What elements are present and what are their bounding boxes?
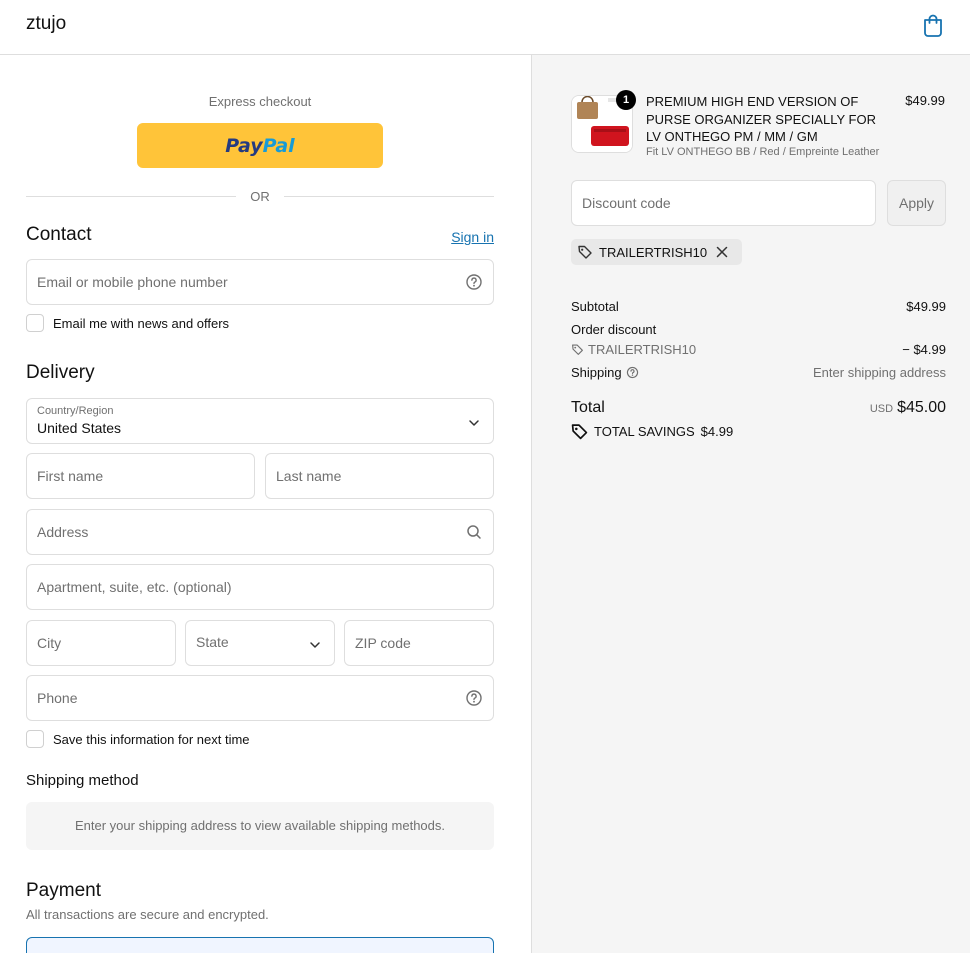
- payment-subtitle: All transactions are secure and encrypte…: [26, 907, 269, 922]
- address-field[interactable]: Address: [26, 509, 494, 555]
- applied-discount-code: TRAILERTRISH10: [599, 244, 708, 260]
- discount-code-text: TRAILERTRISH10: [588, 342, 697, 357]
- total-currency: USD: [869, 403, 894, 415]
- country-label: Country/Region: [37, 405, 114, 417]
- search-icon: [467, 525, 481, 539]
- brand-logo[interactable]: ztujo: [26, 13, 66, 35]
- subtotal-value: $49.99: [906, 299, 946, 314]
- product-price: $49.99: [905, 93, 945, 108]
- sign-in-link[interactable]: Sign in: [451, 229, 494, 245]
- order-discount-label: Order discount: [571, 322, 657, 337]
- savings-tag-icon: [571, 424, 588, 440]
- news-checkbox-row[interactable]: Email me with news and offers: [26, 314, 229, 332]
- zip-placeholder: ZIP code: [355, 635, 411, 651]
- or-text: OR: [250, 188, 270, 204]
- apply-discount-button[interactable]: Apply: [887, 180, 946, 226]
- payment-title: Payment: [26, 880, 101, 901]
- shipping-method-title: Shipping method: [26, 772, 139, 789]
- save-info-checkbox-row[interactable]: Save this information for next time: [26, 730, 250, 748]
- shipping-label-group: Shipping: [571, 365, 639, 380]
- phone-field[interactable]: Phone: [26, 675, 494, 721]
- product-title: PREMIUM HIGH END VERSION OF PURSE ORGANI…: [646, 94, 876, 144]
- total-savings-row: TOTAL SAVINGS $4.99: [571, 423, 733, 440]
- express-checkout-label: Express checkout: [208, 94, 312, 109]
- subtotal-row: Subtotal $49.99: [571, 299, 946, 314]
- paypal-logo-part1: Pay: [225, 134, 263, 157]
- last-name-placeholder: Last name: [276, 468, 342, 484]
- tag-icon: [572, 344, 583, 355]
- total-row: Total USD $45.00: [571, 399, 946, 417]
- quantity-badge: 1: [616, 90, 636, 110]
- discount-code-row: TRAILERTRISH10 − $4.99: [571, 342, 946, 359]
- zip-field[interactable]: ZIP code: [344, 620, 494, 666]
- order-summary: 1 PREMIUM HIGH END VERSION OF PURSE ORGA…: [531, 55, 970, 953]
- country-value: United States: [37, 420, 122, 436]
- apartment-field[interactable]: Apartment, suite, etc. (optional): [26, 564, 494, 610]
- discount-code-input[interactable]: Discount code: [571, 180, 876, 226]
- email-field[interactable]: Email or mobile phone number: [26, 259, 494, 305]
- shipping-value: Enter shipping address: [813, 365, 946, 380]
- shipping-method-notice: Enter your shipping address to view avai…: [26, 802, 494, 850]
- email-placeholder: Email or mobile phone number: [37, 274, 228, 290]
- city-field[interactable]: City: [26, 620, 176, 666]
- contact-title: Contact: [26, 224, 92, 245]
- city-placeholder: City: [37, 635, 62, 651]
- save-info-label: Save this information for next time: [53, 731, 250, 747]
- remove-discount-icon[interactable]: [716, 246, 728, 258]
- delivery-title: Delivery: [26, 362, 95, 383]
- discount-code-info: TRAILERTRISH10: [571, 342, 696, 357]
- subtotal-label: Subtotal: [571, 299, 619, 314]
- last-name-field[interactable]: Last name: [265, 453, 494, 499]
- tag-icon: [578, 245, 592, 259]
- paypal-logo-part2: Pal: [262, 134, 295, 157]
- help-circle-icon[interactable]: [626, 366, 639, 379]
- first-name-field[interactable]: First name: [26, 453, 255, 499]
- shopping-bag-icon[interactable]: [922, 13, 944, 37]
- first-name-placeholder: First name: [37, 468, 104, 484]
- product-variant: Fit LV ONTHEGO BB / Red / Empreinte Leat…: [646, 146, 880, 158]
- address-placeholder: Address: [37, 524, 89, 540]
- state-placeholder: State: [196, 634, 229, 650]
- phone-placeholder: Phone: [37, 690, 78, 706]
- news-checkbox[interactable]: [26, 314, 44, 332]
- apartment-placeholder: Apartment, suite, etc. (optional): [37, 579, 232, 595]
- country-select[interactable]: Country/Region United States: [26, 398, 494, 444]
- header: ztujo: [0, 0, 970, 55]
- news-checkbox-label: Email me with news and offers: [53, 315, 230, 331]
- total-amount: $45.00: [897, 399, 946, 416]
- payment-option-box[interactable]: [26, 937, 494, 953]
- shipping-label: Shipping: [571, 365, 622, 380]
- save-info-checkbox[interactable]: [26, 730, 44, 748]
- applied-discount-tag: TRAILERTRISH10: [571, 239, 743, 265]
- state-select[interactable]: State: [185, 620, 335, 666]
- shipping-row: Shipping Enter shipping address: [571, 365, 946, 380]
- chevron-down-icon: [310, 642, 320, 648]
- checkout-form: Express checkout Pay Pal OR Contact Sign …: [0, 55, 531, 953]
- chevron-down-icon: [469, 420, 479, 426]
- order-discount-row: Order discount: [571, 322, 946, 337]
- help-circle-icon[interactable]: [465, 273, 483, 291]
- or-divider: OR: [26, 187, 494, 205]
- discount-value: − $4.99: [902, 342, 946, 357]
- total-savings-value: $4.99: [700, 424, 734, 439]
- total-label: Total: [571, 399, 605, 416]
- help-circle-icon[interactable]: [465, 689, 483, 707]
- total-savings-label: TOTAL SAVINGS: [594, 424, 695, 439]
- paypal-button[interactable]: Pay Pal: [137, 123, 383, 168]
- discount-code-placeholder: Discount code: [582, 195, 671, 211]
